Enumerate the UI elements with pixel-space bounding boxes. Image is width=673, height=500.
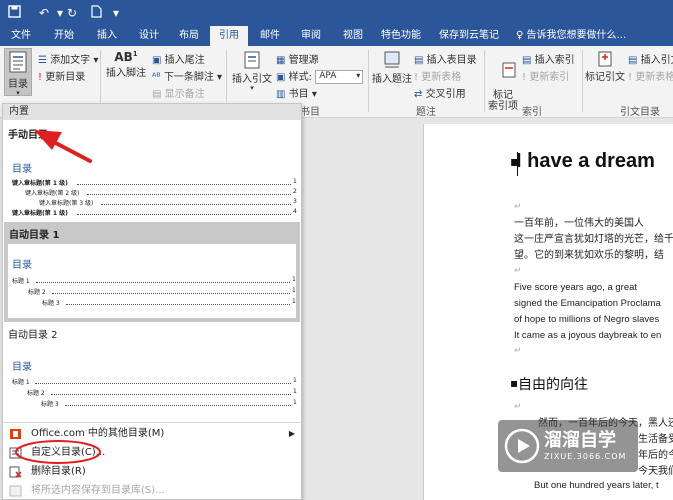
annotation-circle xyxy=(15,440,101,464)
annotation-arrow-shaft xyxy=(48,138,92,163)
annotation-arrow-head xyxy=(34,130,62,150)
red-annotation-overlay xyxy=(15,130,101,464)
